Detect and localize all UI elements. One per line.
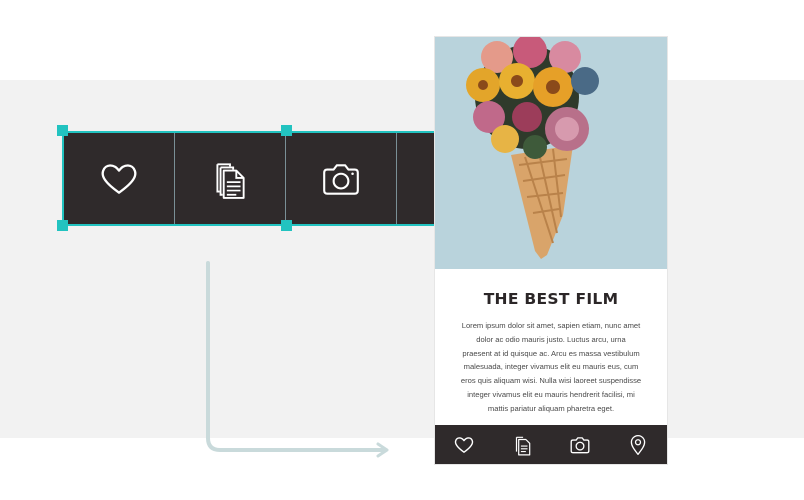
toolbar-heart-button[interactable] bbox=[64, 133, 175, 224]
location-pin-icon bbox=[630, 434, 646, 455]
article-body: Lorem ipsum dolor sit amet, sapien etiam… bbox=[453, 319, 649, 416]
phone-bottom-bar bbox=[435, 425, 667, 464]
phone-heart-button[interactable] bbox=[453, 434, 475, 456]
heart-icon bbox=[101, 163, 137, 194]
body-line: malesuada, integer vivamus elit eu mauri… bbox=[463, 362, 639, 372]
heart-icon bbox=[454, 436, 474, 453]
body-line: praesent at id quisque ac. Arcu es massa… bbox=[462, 348, 640, 358]
phone-documents-button[interactable] bbox=[511, 434, 533, 456]
toolbar-documents-button[interactable] bbox=[175, 133, 286, 224]
resize-handle-top-middle[interactable] bbox=[281, 125, 292, 136]
body-line: dolor ac odio mauris justo. Luctus arcu,… bbox=[476, 334, 626, 344]
camera-icon bbox=[323, 163, 359, 195]
toolbar-camera-button[interactable] bbox=[286, 133, 397, 224]
phone-camera-button[interactable] bbox=[569, 434, 591, 456]
hero-image bbox=[435, 37, 667, 269]
article-title: THE BEST FILM bbox=[483, 290, 619, 308]
camera-icon bbox=[570, 436, 590, 453]
documents-icon bbox=[216, 162, 245, 199]
body-line: integer vivamus elit eu mauris hendrerit… bbox=[467, 389, 635, 399]
resize-handle-bottom-middle[interactable] bbox=[281, 220, 292, 231]
phone-mockup: THE BEST FILM Lorem ipsum dolor sit amet… bbox=[435, 37, 667, 464]
phone-location-button[interactable] bbox=[627, 434, 649, 456]
body-line: mattis pariatur aliquam pharetra eget. bbox=[487, 403, 615, 413]
body-line: Lorem ipsum dolor sit amet, sapien etiam… bbox=[461, 321, 641, 330]
resize-handle-bottom-left[interactable] bbox=[57, 220, 68, 231]
flower-cone-illustration bbox=[435, 37, 667, 269]
resize-handle-top-left[interactable] bbox=[57, 125, 68, 136]
body-line: eros quis aliquam wisi. Nulla wisi laore… bbox=[460, 376, 642, 386]
documents-icon bbox=[515, 436, 531, 456]
